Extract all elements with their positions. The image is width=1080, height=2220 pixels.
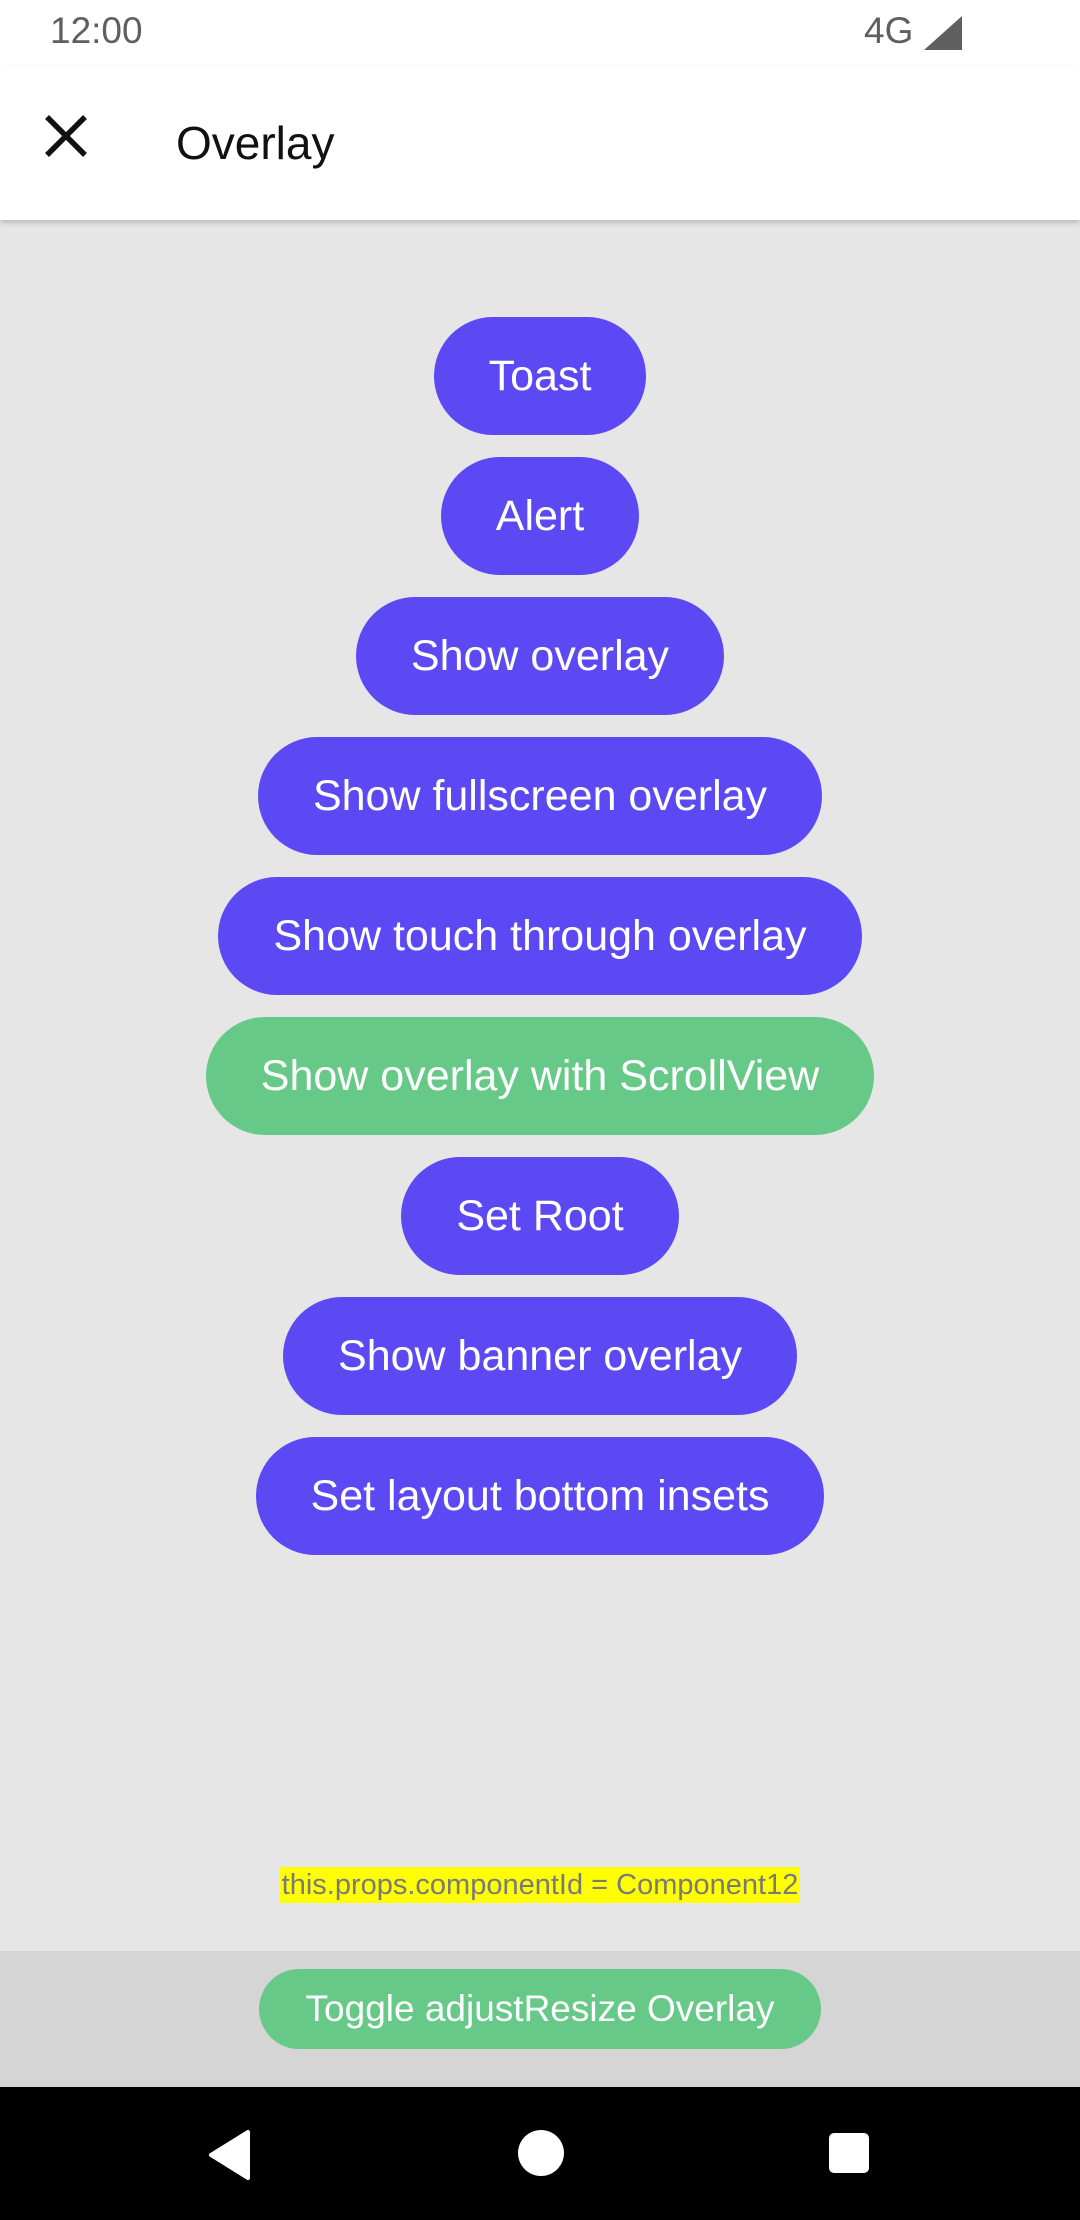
status-time: 12:00 [50, 10, 143, 51]
close-button[interactable] [22, 92, 110, 180]
recents-square-icon[interactable] [828, 2132, 870, 2174]
cell-signal-icon [924, 16, 962, 50]
show-fullscreen-overlay-button[interactable]: Show fullscreen overlay [257, 737, 823, 855]
system-navigation-bar [0, 2087, 1080, 2220]
show-overlay-button[interactable]: Show overlay [355, 597, 725, 715]
status-bar: 12:00 4G [0, 0, 1080, 66]
component-id-text: this.props.componentId = Component12 [279, 1867, 801, 1903]
show-overlay-with-scrollview-button[interactable]: Show overlay with ScrollView [205, 1017, 875, 1135]
screen: 12:00 4G Overlay Toast Alert Show overla… [0, 0, 1080, 2220]
toggle-adjustresize-overlay-button[interactable]: Toggle adjustResize Overlay [259, 1969, 821, 2049]
alert-button[interactable]: Alert [440, 457, 640, 575]
toolbar: Overlay [0, 66, 1080, 220]
network-type: 4G [864, 10, 914, 51]
back-triangle-icon[interactable] [206, 2129, 252, 2181]
set-layout-bottom-insets-button[interactable]: Set layout bottom insets [255, 1437, 825, 1555]
set-root-button[interactable]: Set Root [401, 1157, 679, 1275]
show-banner-overlay-button[interactable]: Show banner overlay [283, 1297, 797, 1415]
home-circle-icon[interactable] [517, 2129, 565, 2177]
page-title: Overlay [176, 117, 335, 169]
show-touch-through-overlay-button[interactable]: Show touch through overlay [218, 877, 862, 995]
component-id-label: this.props.componentId = Component12 [0, 1867, 1080, 1903]
toast-button[interactable]: Toast [433, 317, 647, 435]
close-icon [45, 115, 87, 157]
bottom-bar: Toggle adjustResize Overlay [0, 1951, 1080, 2087]
button-list: Toast Alert Show overlay Show fullscreen… [0, 317, 1080, 1577]
